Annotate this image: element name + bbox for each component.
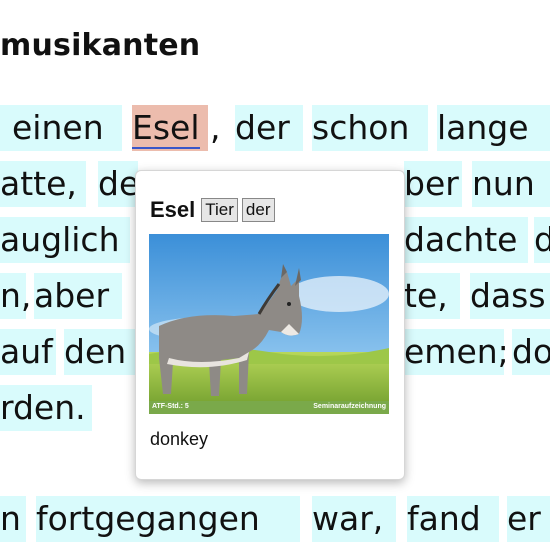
popup-tag-category[interactable]: Tier	[201, 198, 238, 222]
word-den[interactable]: den	[64, 329, 138, 375]
caption-left: ATF-Std.: 5	[152, 403, 189, 410]
word-war[interactable]: war,	[312, 496, 396, 542]
word-atte[interactable]: atte,	[0, 161, 86, 207]
word-fand[interactable]: fand	[407, 496, 499, 542]
popup-tag-article[interactable]: der	[241, 198, 275, 222]
donkey-image	[149, 234, 389, 414]
esel-text: Esel	[132, 108, 200, 149]
word-rden[interactable]: rden.	[0, 385, 92, 431]
word-auf[interactable]: auf	[0, 329, 56, 375]
word-popup: Esel Tier der ATF-Std.: 5 Seminaraufzeic…	[135, 170, 405, 480]
word-do[interactable]: do	[512, 329, 550, 375]
word-schon[interactable]: schon	[312, 105, 428, 151]
popup-image-donkey: ATF-Std.: 5 Seminaraufzeichnung	[149, 234, 389, 414]
word-lange[interactable]: lange	[437, 105, 550, 151]
word-aber[interactable]: aber	[34, 273, 122, 319]
word-n[interactable]: n,	[0, 273, 31, 319]
word-er[interactable]: er	[507, 496, 550, 542]
word-dass[interactable]: dass	[470, 273, 550, 319]
article-title: musikanten	[0, 28, 201, 63]
word-n2[interactable]: n	[0, 496, 26, 542]
popup-definition: donkey	[150, 429, 209, 449]
word-auglich[interactable]: auglich	[0, 217, 130, 263]
word-der[interactable]: der	[235, 105, 303, 151]
word-d[interactable]: d	[534, 217, 550, 263]
punct-comma: ,	[210, 108, 221, 147]
word-nun[interactable]: nun	[472, 161, 550, 207]
caption-right: Seminaraufzeichnung	[313, 403, 386, 410]
word-de[interactable]: de	[98, 161, 139, 207]
image-caption-bar: ATF-Std.: 5 Seminaraufzeichnung	[149, 401, 389, 414]
popup-word: Esel	[150, 197, 196, 222]
popup-header: Esel Tier der	[150, 195, 279, 225]
word-esel-selected[interactable]: Esel	[132, 105, 208, 151]
word-dachte[interactable]: dachte	[404, 217, 528, 263]
word-emen[interactable]: emen;	[404, 329, 509, 375]
word-te[interactable]: te,	[404, 273, 460, 319]
word-einen[interactable]: einen	[0, 105, 122, 151]
word-ber[interactable]: ber	[404, 161, 462, 207]
word-fortgegangen[interactable]: fortgegangen	[36, 496, 300, 542]
